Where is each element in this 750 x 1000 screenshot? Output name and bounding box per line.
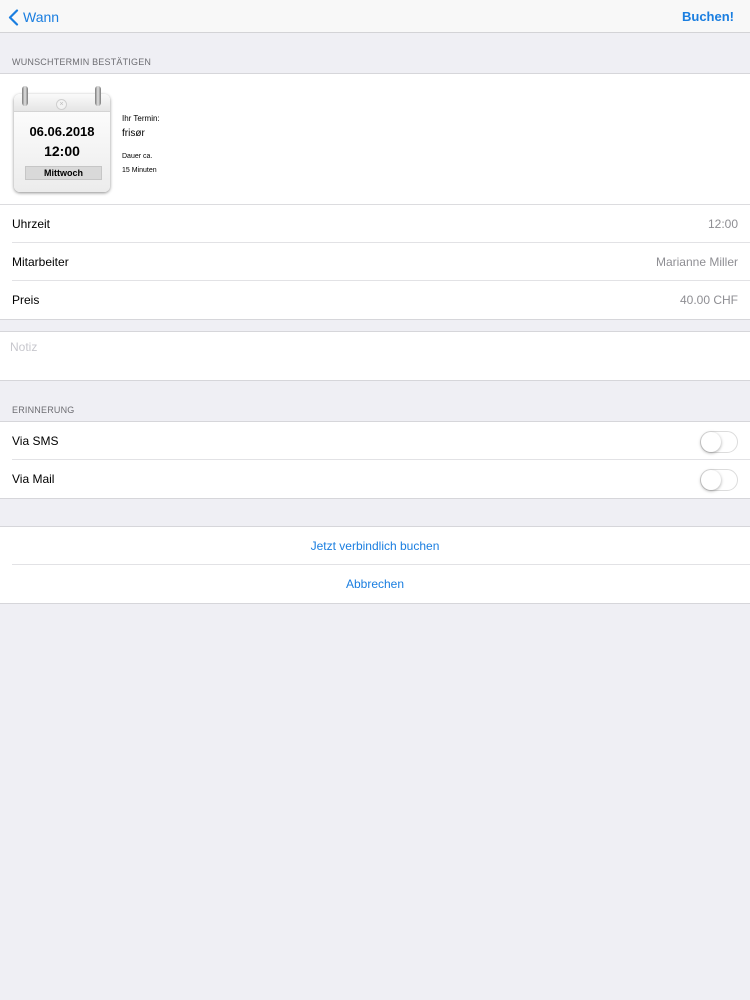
- detail-label: Preis: [12, 293, 40, 307]
- calendar-page: × 06.06.2018 12:00 Mittwoch: [14, 94, 110, 192]
- duration-value: 15 Minuten: [122, 167, 157, 174]
- appointment-details-group: × 06.06.2018 12:00 Mittwoch Uhrzeit 12:0…: [0, 73, 750, 320]
- reminder-row-sms: Via SMS: [0, 422, 750, 460]
- reminder-group: Via SMS Via Mail: [0, 421, 750, 499]
- appointment-summary: × 06.06.2018 12:00 Mittwoch: [0, 74, 750, 205]
- calendar-ring-right: [95, 86, 101, 106]
- book-now-button[interactable]: Buchen!: [682, 9, 734, 24]
- calendar-hole-icon: ×: [56, 99, 67, 110]
- detail-row-price: Preis 40.00 CHF: [0, 281, 750, 319]
- duration-label: Dauer ca.: [122, 153, 153, 160]
- back-button[interactable]: Wann: [8, 7, 59, 27]
- sms-toggle[interactable]: [700, 431, 738, 453]
- section-header-reminder: ERINNERUNG: [12, 405, 75, 415]
- note-input[interactable]: [10, 337, 730, 357]
- toggle-knob: [701, 432, 721, 452]
- detail-label: Uhrzeit: [12, 217, 51, 231]
- toggle-knob: [701, 470, 721, 490]
- reminder-row-mail: Via Mail: [0, 460, 750, 498]
- calendar-icon: × 06.06.2018 12:00 Mittwoch: [14, 86, 110, 194]
- detail-row-time: Uhrzeit 12:00: [0, 205, 750, 243]
- appointment-label: Ihr Termin:: [122, 114, 160, 123]
- detail-value: Marianne Miller: [655, 255, 738, 269]
- cancel-button[interactable]: Abbrechen: [0, 565, 750, 603]
- back-button-label: Wann: [23, 9, 60, 25]
- calendar-date: 06.06.2018: [29, 124, 95, 139]
- navigation-bar: Wann Buchen!: [0, 0, 750, 33]
- confirm-booking-button[interactable]: Jetzt verbindlich buchen: [0, 527, 750, 565]
- detail-value: 12:00: [707, 217, 738, 231]
- appointment-service: frisør: [122, 128, 145, 139]
- section-header-confirm: WUNSCHTERMIN BESTÄTIGEN: [12, 57, 152, 67]
- mail-toggle[interactable]: [700, 469, 738, 491]
- detail-row-employee: Mitarbeiter Marianne Miller: [0, 243, 750, 281]
- calendar-ring-left: [22, 86, 28, 106]
- reminder-label: Via SMS: [12, 434, 59, 448]
- chevron-left-icon: [8, 8, 19, 26]
- detail-value: 40.00 CHF: [679, 293, 738, 307]
- detail-label: Mitarbeiter: [12, 255, 69, 269]
- reminder-label: Via Mail: [12, 472, 55, 486]
- calendar-time: 12:00: [44, 143, 80, 159]
- calendar-weekday: Mittwoch: [25, 166, 102, 180]
- note-group: [0, 331, 750, 381]
- action-group: Jetzt verbindlich buchen Abbrechen: [0, 526, 750, 604]
